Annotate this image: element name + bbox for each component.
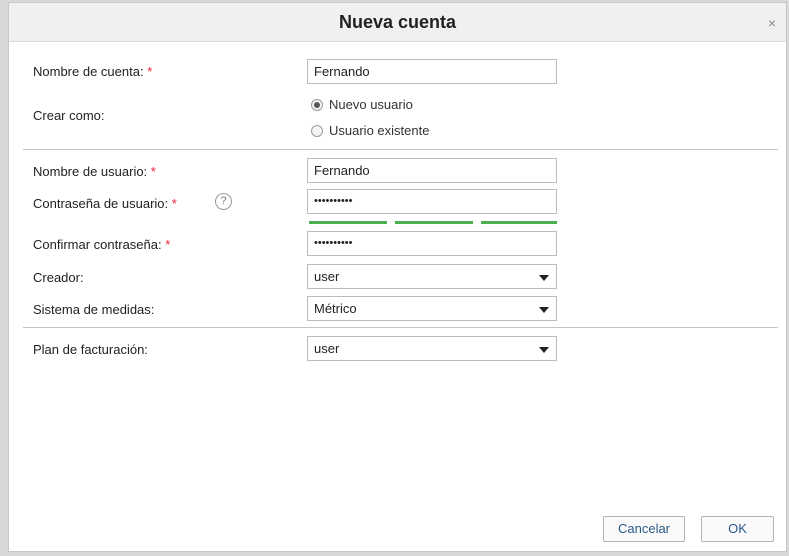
dialog-title: Nueva cuenta [338, 12, 457, 32]
help-icon[interactable]: ? [215, 193, 232, 210]
confirm-password-input[interactable]: •••••••••• [307, 231, 557, 256]
username-input[interactable]: Fernando [307, 158, 557, 183]
caret-down-icon [539, 275, 549, 281]
password-strength-segment-2 [395, 221, 473, 224]
required-mark: * [147, 64, 153, 79]
measure-system-label: Sistema de medidas: [33, 302, 155, 317]
measure-system-select-value: Métrico [314, 301, 357, 316]
create-as-label: Crear como: [33, 108, 105, 123]
username-label-text: Nombre de usuario: [33, 164, 148, 179]
radio-new-user-label: Nuevo usuario [329, 97, 413, 112]
radio-button-selected[interactable] [311, 98, 323, 111]
confirm-password-label: Confirmar contraseña: * [33, 237, 170, 252]
close-icon[interactable]: × [768, 15, 776, 31]
account-name-input[interactable]: Fernando [307, 59, 557, 84]
radio-new-user[interactable]: Nuevo usuario [311, 97, 413, 112]
caret-down-icon [539, 307, 549, 313]
password-label: Contraseña de usuario: * [33, 196, 177, 211]
measure-system-select[interactable]: Métrico [307, 296, 557, 321]
radio-button[interactable] [311, 124, 323, 137]
username-label: Nombre de usuario: * [33, 164, 156, 179]
confirm-password-label-text: Confirmar contraseña: [33, 237, 162, 252]
new-account-dialog: Nueva cuenta × Nombre de cuenta: * Ferna… [8, 2, 787, 552]
creator-select[interactable]: user [307, 264, 557, 289]
section-divider [23, 327, 778, 328]
ok-button[interactable]: OK [701, 516, 774, 542]
billing-plan-select[interactable]: user [307, 336, 557, 361]
caret-down-icon [539, 347, 549, 353]
dialog-titlebar: Nueva cuenta × [9, 3, 786, 42]
password-input[interactable]: •••••••••• [307, 189, 557, 214]
password-label-text: Contraseña de usuario: [33, 196, 169, 211]
section-divider [23, 149, 778, 150]
required-mark: * [165, 237, 171, 252]
billing-plan-select-value: user [314, 341, 340, 356]
radio-existing-user-label: Usuario existente [329, 123, 430, 138]
account-name-label-text: Nombre de cuenta: [33, 64, 144, 79]
creator-label: Creador: [33, 270, 84, 285]
radio-existing-user[interactable]: Usuario existente [311, 123, 429, 138]
required-mark: * [171, 196, 177, 211]
password-strength-segment-1 [309, 221, 387, 224]
required-mark: * [150, 164, 156, 179]
password-strength-segment-3 [481, 221, 557, 224]
cancel-button[interactable]: Cancelar [603, 516, 685, 542]
billing-plan-label: Plan de facturación: [33, 342, 148, 357]
account-name-label: Nombre de cuenta: * [33, 64, 152, 79]
creator-select-value: user [314, 269, 340, 284]
